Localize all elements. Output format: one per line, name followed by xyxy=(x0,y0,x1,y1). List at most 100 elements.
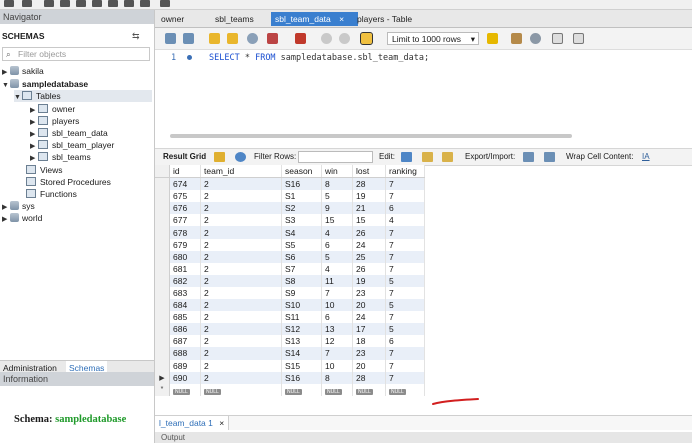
table-row[interactable]: 686 2 S12 13 17 5 xyxy=(155,323,425,336)
tree-tables-folder[interactable]: ▼ Tables xyxy=(14,90,152,102)
tree-table-sbl-team-data[interactable]: ▶ sbl_team_data xyxy=(30,127,108,139)
table-cell[interactable]: 18 xyxy=(352,335,386,348)
close-result-tab-icon[interactable]: × xyxy=(219,418,224,428)
table-cell[interactable]: 23 xyxy=(352,347,386,360)
refresh-icon[interactable] xyxy=(235,152,246,162)
search-icon[interactable] xyxy=(530,33,541,44)
table-cell[interactable]: 2 xyxy=(200,177,282,191)
inspector-icon[interactable] xyxy=(44,0,54,7)
row-selector[interactable] xyxy=(155,286,170,300)
tree-schema-sampledatabase[interactable]: ▼ sampledatabase xyxy=(2,78,88,90)
table-cell[interactable]: 28 xyxy=(352,177,386,191)
execute-icon[interactable] xyxy=(209,33,220,44)
row-selector[interactable] xyxy=(155,323,170,336)
table-cell[interactable]: 684 xyxy=(169,299,201,312)
table-row[interactable]: 677 2 S3 15 15 4 xyxy=(155,214,425,227)
table-cell[interactable]: S11 xyxy=(281,311,322,324)
insert-row-icon[interactable] xyxy=(422,152,433,162)
open-file-icon[interactable] xyxy=(165,33,176,44)
table-row[interactable]: 676 2 S2 9 21 6 xyxy=(155,202,425,215)
limit-rows-select[interactable]: Limit to 1000 rows ▾ xyxy=(387,32,479,45)
table-cell[interactable]: 7 xyxy=(385,190,425,203)
table-row[interactable]: 674 2 S16 8 28 7 xyxy=(155,177,425,191)
table-cell[interactable]: 2 xyxy=(200,250,282,263)
table-cell[interactable]: 683 xyxy=(169,286,201,300)
table-cell[interactable]: 690 xyxy=(169,371,201,384)
row-selector[interactable] xyxy=(155,250,170,263)
close-tab-icon[interactable]: × xyxy=(339,14,344,24)
table-cell[interactable]: 4 xyxy=(385,214,425,227)
grid-view-icon[interactable] xyxy=(214,152,225,162)
table-cell[interactable]: 5 xyxy=(321,250,353,263)
output-panel-header[interactable]: Output xyxy=(155,432,692,443)
search-table-icon[interactable] xyxy=(140,0,150,7)
row-selector[interactable] xyxy=(155,262,170,275)
table-row[interactable]: 680 2 S6 5 25 7 xyxy=(155,250,425,263)
table-cell[interactable]: 678 xyxy=(169,226,201,239)
row-selector[interactable] xyxy=(155,347,170,360)
autocommit-icon[interactable] xyxy=(360,32,373,45)
rollback-icon[interactable] xyxy=(339,33,350,44)
invisible-chars-icon[interactable] xyxy=(552,33,563,44)
column-header-lost[interactable]: lost xyxy=(352,165,386,179)
table-cell[interactable]: 7 xyxy=(321,347,353,360)
stop-icon[interactable] xyxy=(267,33,278,44)
result-grid-label[interactable]: Result Grid xyxy=(163,149,206,165)
table-cell[interactable]: 5 xyxy=(321,190,353,203)
table-cell[interactable]: 24 xyxy=(352,238,386,251)
table-cell[interactable]: 9 xyxy=(321,202,353,215)
table-cell[interactable]: 7 xyxy=(385,359,425,372)
table-cell[interactable]: 7 xyxy=(385,371,425,384)
table-cell[interactable]: S6 xyxy=(281,250,322,263)
table-cell[interactable]: S8 xyxy=(281,274,322,287)
table-cell[interactable]: 15 xyxy=(321,214,353,227)
table-cell[interactable]: 5 xyxy=(385,274,425,287)
table-cell[interactable]: 12 xyxy=(321,335,353,348)
table-cell[interactable]: 21 xyxy=(352,202,386,215)
table-cell[interactable]: 19 xyxy=(352,274,386,287)
execute-current-icon[interactable] xyxy=(227,33,238,44)
table-cell[interactable]: 4 xyxy=(321,262,353,275)
table-cell[interactable]: 10 xyxy=(321,359,353,372)
table-cell[interactable]: 23 xyxy=(352,286,386,300)
table-cell[interactable]: 5 xyxy=(385,299,425,312)
table-cell[interactable]: 19 xyxy=(352,190,386,203)
reconnect-icon[interactable] xyxy=(160,0,170,7)
row-selector[interactable] xyxy=(155,238,170,251)
table-cell[interactable]: 7 xyxy=(385,177,425,191)
table-cell[interactable]: S3 xyxy=(281,214,322,227)
refresh-schemas-icon[interactable]: ⇆ xyxy=(132,31,140,42)
table-cell[interactable]: 682 xyxy=(169,274,201,287)
column-header-win[interactable]: win xyxy=(321,165,353,179)
table-cell[interactable]: S9 xyxy=(281,286,322,300)
table-cell[interactable]: 2 xyxy=(200,347,282,360)
table-row[interactable]: 681 2 S7 4 26 7 xyxy=(155,262,425,275)
table-row[interactable]: 682 2 S8 11 19 5 xyxy=(155,274,425,287)
row-selector[interactable] xyxy=(155,359,170,372)
tree-table-owner[interactable]: ▶ owner xyxy=(30,103,75,115)
table-row[interactable]: 683 2 S9 7 23 7 xyxy=(155,286,425,300)
tree-table-sbl-teams[interactable]: ▶ sbl_teams xyxy=(30,151,91,163)
table-cell[interactable]: 2 xyxy=(200,238,282,251)
table-cell[interactable]: 674 xyxy=(169,177,201,191)
table-cell[interactable]: 686 xyxy=(169,323,201,336)
tab-owner[interactable]: owner xyxy=(157,12,188,26)
table-cell[interactable]: 7 xyxy=(385,226,425,239)
wrap-lines-icon[interactable] xyxy=(573,33,584,44)
table-row[interactable]: 675 2 S1 5 19 7 xyxy=(155,190,425,203)
tree-functions-folder[interactable]: Functions xyxy=(26,188,77,200)
create-procedure-icon[interactable] xyxy=(108,0,118,7)
create-view-icon[interactable] xyxy=(92,0,102,7)
table-cell[interactable]: S5 xyxy=(281,238,322,251)
row-selector[interactable] xyxy=(155,214,170,227)
new-sql-tab-icon[interactable] xyxy=(4,0,14,7)
table-cell[interactable]: 2 xyxy=(200,202,282,215)
table-cell[interactable]: 24 xyxy=(352,311,386,324)
null-cell[interactable]: NULL xyxy=(321,383,353,396)
delete-row-icon[interactable] xyxy=(442,152,453,162)
row-selector[interactable] xyxy=(155,177,170,191)
table-cell[interactable]: 2 xyxy=(200,323,282,336)
table-cell[interactable]: 676 xyxy=(169,202,201,215)
tree-schema-sakila[interactable]: ▶ sakila xyxy=(2,65,44,77)
table-cell[interactable]: 2 xyxy=(200,311,282,324)
